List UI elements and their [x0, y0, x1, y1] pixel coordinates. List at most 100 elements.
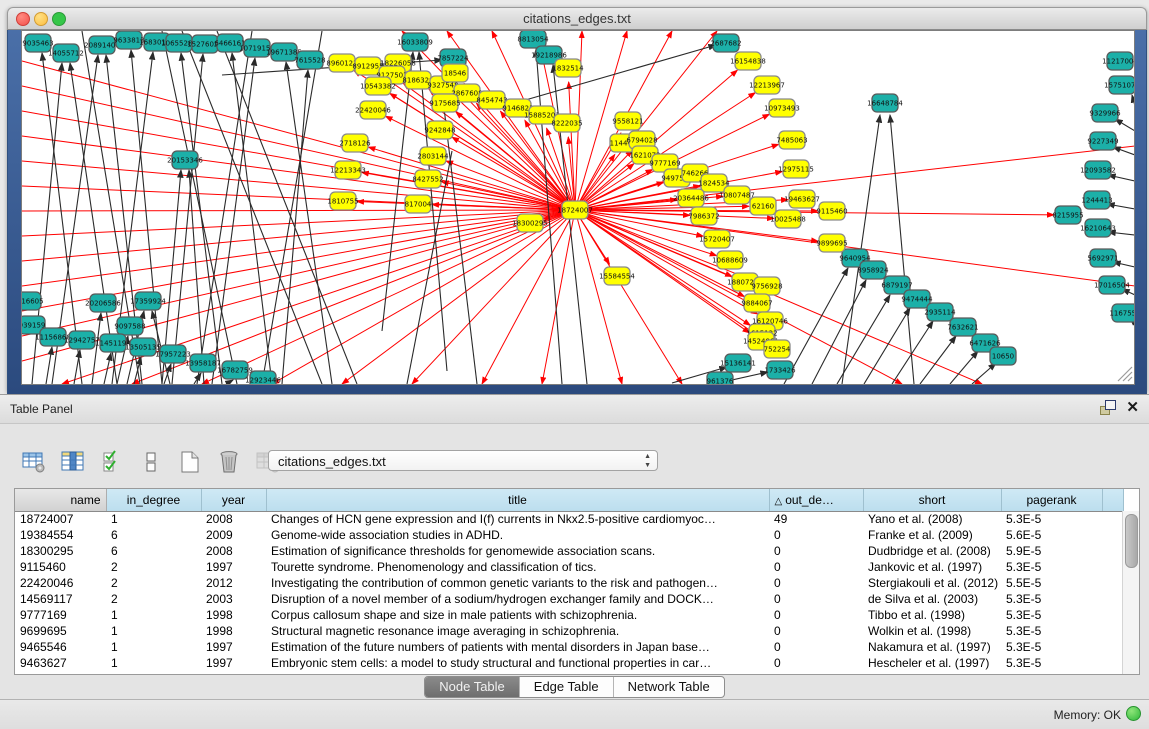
cell[interactable]: 0	[769, 623, 863, 639]
cell[interactable]: 1	[106, 639, 201, 655]
cell[interactable]: 1	[106, 511, 201, 527]
column-header-pagerank[interactable]: pagerank	[1001, 489, 1102, 511]
cell[interactable]: 1	[106, 607, 201, 623]
cell[interactable]: 2008	[201, 543, 266, 559]
table-row[interactable]: 911546021997Tourette syndrome. Phenomeno…	[15, 559, 1123, 575]
cell[interactable]: 2	[106, 559, 201, 575]
cell[interactable]: 0	[769, 591, 863, 607]
select-all-icon[interactable]	[98, 449, 126, 475]
new-table-icon[interactable]	[176, 449, 204, 475]
close-panel-icon[interactable]: ✕	[1126, 400, 1139, 415]
unselect-all-icon[interactable]	[137, 449, 165, 475]
column-header-short[interactable]: short	[863, 489, 1001, 511]
cell[interactable]: Embryonic stem cells: a model to study s…	[266, 655, 769, 671]
cell[interactable]: 2	[106, 575, 201, 591]
column-header-out_de[interactable]: △out_de…	[769, 489, 863, 511]
cell[interactable]: 1997	[201, 655, 266, 671]
cell[interactable]: 2008	[201, 511, 266, 527]
cell[interactable]: 5.3E-5	[1001, 655, 1102, 671]
cell[interactable]: 9777169	[15, 607, 106, 623]
cell[interactable]: 1998	[201, 623, 266, 639]
cell[interactable]: Yano et al. (2008)	[863, 511, 1001, 527]
cell[interactable]: 5.3E-5	[1001, 511, 1102, 527]
cell[interactable]: 5.3E-5	[1001, 607, 1102, 623]
cell[interactable]: 9115460	[15, 559, 106, 575]
cell[interactable]: Stergiakouli et al. (2012)	[863, 575, 1001, 591]
cell[interactable]: Jankovic et al. (1997)	[863, 559, 1001, 575]
cell[interactable]: 1	[106, 655, 201, 671]
cell[interactable]: Investigating the contribution of common…	[266, 575, 769, 591]
table-row[interactable]: 1830029562008Estimation of significance …	[15, 543, 1123, 559]
cell[interactable]: 5.3E-5	[1001, 623, 1102, 639]
column-header-title[interactable]: title	[266, 489, 769, 511]
cell[interactable]: Estimation of the future numbers of pati…	[266, 639, 769, 655]
scrollbar-thumb[interactable]	[1125, 514, 1138, 568]
cell[interactable]: 0	[769, 607, 863, 623]
cell[interactable]: Hescheler et al. (1997)	[863, 655, 1001, 671]
table-row[interactable]: 1456911722003Disruption of a novel membe…	[15, 591, 1123, 607]
cell[interactable]: 2012	[201, 575, 266, 591]
tab-edge-table[interactable]: Edge Table	[520, 677, 614, 697]
cell[interactable]: 0	[769, 543, 863, 559]
window-titlebar[interactable]: citations_edges.txt	[7, 7, 1147, 30]
cell[interactable]: Tourette syndrome. Phenomenology and cla…	[266, 559, 769, 575]
cell[interactable]: 49	[769, 511, 863, 527]
cell[interactable]: Disruption of a novel member of a sodium…	[266, 591, 769, 607]
cell[interactable]: 5.5E-5	[1001, 575, 1102, 591]
cell[interactable]: 5.9E-5	[1001, 543, 1102, 559]
cell[interactable]: 18724007	[15, 511, 106, 527]
cell[interactable]: 19384554	[15, 527, 106, 543]
network-canvas[interactable]: 1872400790354631405571220891406963381316…	[21, 30, 1135, 385]
cell[interactable]: 2	[106, 591, 201, 607]
cell[interactable]: 5.6E-5	[1001, 527, 1102, 543]
cell[interactable]: 1998	[201, 607, 266, 623]
table-select-dropdown[interactable]: citations_edges.txt ▲▼	[268, 450, 658, 471]
float-panel-icon[interactable]	[1100, 400, 1116, 415]
cell[interactable]: 0	[769, 559, 863, 575]
cell[interactable]: 2003	[201, 591, 266, 607]
cell[interactable]: 9699695	[15, 623, 106, 639]
cell[interactable]: Dudbridge et al. (2008)	[863, 543, 1001, 559]
tab-network-table[interactable]: Network Table	[614, 677, 724, 697]
cell[interactable]: 0	[769, 639, 863, 655]
cell[interactable]: Franke et al. (2009)	[863, 527, 1001, 543]
cell[interactable]: 1997	[201, 559, 266, 575]
cell[interactable]: de Silva et al. (2003)	[863, 591, 1001, 607]
cell[interactable]: 2009	[201, 527, 266, 543]
table-row[interactable]: 969969511998Structural magnetic resonanc…	[15, 623, 1123, 639]
cell[interactable]: 0	[769, 575, 863, 591]
cell[interactable]: 18300295	[15, 543, 106, 559]
delete-column-icon[interactable]	[215, 449, 243, 475]
cell[interactable]: 1	[106, 623, 201, 639]
table-row[interactable]: 2242004622012Investigating the contribut…	[15, 575, 1123, 591]
cell[interactable]: 9465546	[15, 639, 106, 655]
table-row[interactable]: 946362711997Embryonic stem cells: a mode…	[15, 655, 1123, 671]
cell[interactable]: 0	[769, 655, 863, 671]
cell[interactable]: Changes of HCN gene expression and I(f) …	[266, 511, 769, 527]
cell[interactable]: Nakamura et al. (1997)	[863, 639, 1001, 655]
table-row[interactable]: 1872400712008Changes of HCN gene express…	[15, 511, 1123, 527]
cell[interactable]: Corpus callosum shape and size in male p…	[266, 607, 769, 623]
cell[interactable]: Tibbo et al. (1998)	[863, 607, 1001, 623]
column-header-year[interactable]: year	[201, 489, 266, 511]
cell[interactable]: Structural magnetic resonance image aver…	[266, 623, 769, 639]
cell[interactable]: 22420046	[15, 575, 106, 591]
table-scrollbar[interactable]	[1122, 511, 1139, 674]
cell[interactable]: 9463627	[15, 655, 106, 671]
table-row[interactable]: 1938455462009Genome-wide association stu…	[15, 527, 1123, 543]
column-header-in_degree[interactable]: in_degree	[106, 489, 201, 511]
show-column-icon[interactable]	[59, 449, 87, 475]
tab-node-table[interactable]: Node Table	[425, 677, 520, 697]
table-options-icon[interactable]	[20, 449, 48, 475]
column-header-name[interactable]: name	[15, 489, 106, 511]
table-row[interactable]: 977716911998Corpus callosum shape and si…	[15, 607, 1123, 623]
cell[interactable]: Genome-wide association studies in ADHD.	[266, 527, 769, 543]
cell[interactable]: 5.3E-5	[1001, 639, 1102, 655]
cell[interactable]: 6	[106, 527, 201, 543]
table-row[interactable]: 946554611997Estimation of the future num…	[15, 639, 1123, 655]
cell[interactable]: 5.3E-5	[1001, 559, 1102, 575]
cell[interactable]: 1997	[201, 639, 266, 655]
cell[interactable]: Estimation of significance thresholds fo…	[266, 543, 769, 559]
cell[interactable]: 6	[106, 543, 201, 559]
cell[interactable]: 14569117	[15, 591, 106, 607]
